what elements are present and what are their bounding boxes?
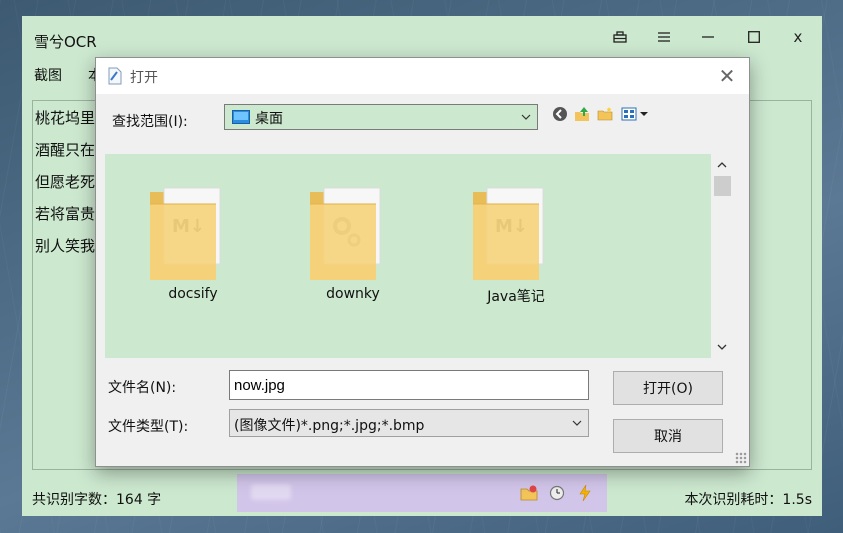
menu-item-screenshot[interactable]: 截图 [34, 65, 62, 85]
scroll-up-icon[interactable] [711, 156, 733, 174]
file-list-view[interactable]: M↓ docsify downky M↓ [105, 154, 711, 358]
ocr-line: 桃花坞里 [35, 109, 96, 127]
lookin-label: 查找范围(I): [112, 114, 188, 130]
dialog-title: 打开 [130, 70, 158, 86]
floating-toolbar [237, 474, 607, 512]
file-dialog-icon [108, 67, 122, 85]
app-title: 雪兮OCR [34, 33, 97, 51]
clock-icon[interactable] [547, 483, 567, 503]
dialog-titlebar: 打开 ✕ [96, 58, 749, 94]
view-icon [621, 107, 648, 121]
pin-button[interactable] [600, 22, 640, 52]
cancel-button[interactable]: 取消 [613, 419, 723, 453]
filename-input[interactable] [229, 370, 589, 400]
ocr-line: 但愿老死 [35, 173, 96, 191]
lookin-combo[interactable]: 桌面 [224, 104, 538, 130]
filetype-label: 文件类型(T): [108, 419, 189, 435]
settings-folder-icon [310, 187, 381, 281]
close-icon: ✕ [718, 64, 736, 88]
close-icon: x [793, 28, 803, 46]
ocr-line: 酒醒只在 [35, 141, 96, 159]
folder-star-icon[interactable] [519, 483, 539, 503]
file-name: Java笔记 [487, 289, 545, 305]
back-button[interactable] [551, 105, 569, 123]
open-button[interactable]: 打开(O) [613, 371, 723, 405]
new-folder-icon [597, 107, 613, 121]
lightning-icon[interactable] [575, 483, 595, 503]
time-status: 本次识别耗时：1.5s [684, 492, 812, 508]
lookin-value: 桌面 [255, 111, 283, 127]
scroll-thumb[interactable] [714, 176, 731, 196]
ocr-line: 若将富贵 [35, 205, 96, 223]
resize-grip[interactable] [735, 452, 747, 464]
file-item-downky[interactable]: downky [298, 168, 408, 308]
file-name: docsify [168, 286, 218, 302]
filetype-select[interactable]: (图像文件)*.png;*.jpg;*.bmp [229, 409, 589, 437]
new-folder-button[interactable] [596, 105, 614, 123]
back-icon [553, 107, 567, 121]
char-count-status: 共识别字数：164 字 [32, 492, 162, 508]
chevron-down-icon [572, 420, 582, 426]
markdown-folder-icon: M↓ [150, 187, 221, 281]
file-name: downky [326, 286, 380, 302]
menu-icon [658, 32, 670, 42]
ocr-line: 别人笑我 [35, 237, 96, 255]
maximize-icon [748, 31, 760, 43]
menu-button[interactable] [644, 22, 684, 52]
open-file-dialog: 打开 ✕ 查找范围(I): 桌面 M↓ docsify [95, 57, 750, 467]
close-button[interactable]: x [778, 22, 818, 52]
up-folder-button[interactable] [573, 105, 591, 123]
up-folder-icon [575, 107, 589, 121]
chevron-down-icon [515, 105, 537, 129]
vertical-scrollbar[interactable] [711, 154, 733, 358]
scroll-down-icon[interactable] [711, 338, 733, 356]
desktop-icon [232, 110, 250, 124]
minimize-button[interactable] [688, 22, 728, 52]
filename-label: 文件名(N): [108, 380, 177, 396]
file-item-docsify[interactable]: M↓ docsify [138, 168, 248, 308]
dialog-close-button[interactable]: ✕ [713, 62, 741, 90]
filetype-value: (图像文件)*.png;*.jpg;*.bmp [234, 418, 425, 434]
view-menu-button[interactable] [621, 105, 649, 123]
pin-icon [613, 31, 627, 43]
file-item-java-notes[interactable]: M↓ Java笔记 [461, 168, 571, 308]
minimize-icon [702, 36, 714, 38]
maximize-button[interactable] [734, 22, 774, 52]
markdown-folder-icon: M↓ [473, 187, 544, 281]
blurred-label [251, 484, 291, 500]
